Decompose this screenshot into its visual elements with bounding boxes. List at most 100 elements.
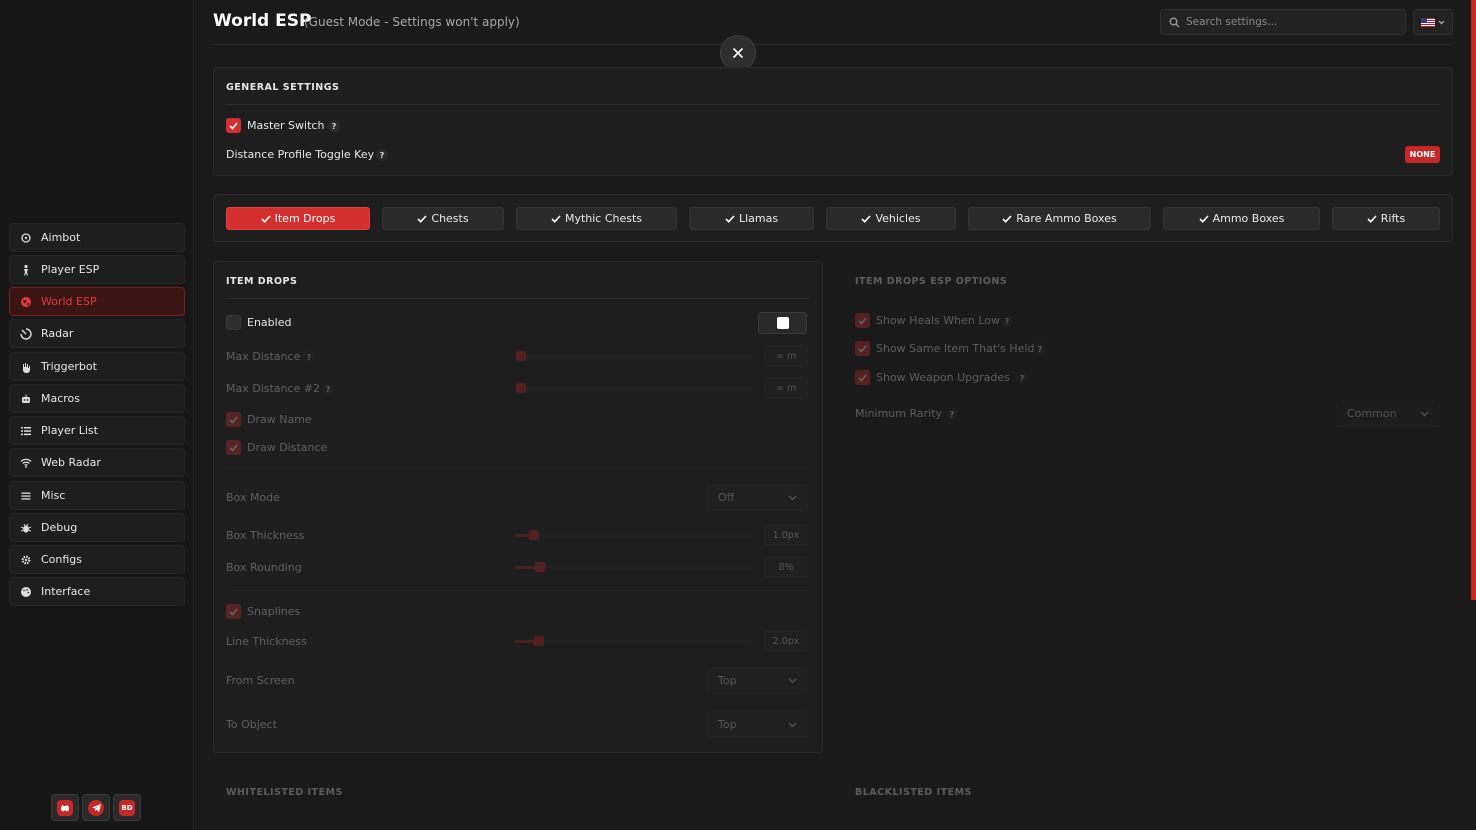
help-icon[interactable]: ? [1034,343,1046,355]
search-placeholder: Search settings... [1186,16,1278,28]
snaplines-checkbox[interactable] [226,604,241,619]
sidebar-item-label: Configs [41,553,83,566]
draw-name-checkbox[interactable] [226,412,241,427]
sidebar-item-label: Triggerbot [41,360,97,373]
box-rounding-slider[interactable] [515,566,752,569]
radar-icon [20,327,32,340]
sidebar-item-configs[interactable]: Configs [9,545,185,574]
help-icon[interactable]: ? [328,120,340,132]
to-object-dropdown[interactable]: Top [707,711,808,738]
tab-item-drops[interactable]: Item Drops [226,207,370,230]
tab-llamas[interactable]: Llamas [689,207,814,230]
chevron-down-icon [788,722,797,727]
help-icon[interactable]: ? [376,149,388,161]
toggle-key-button[interactable]: NONE [1405,146,1440,163]
language-selector[interactable] [1413,9,1453,35]
slider-handle[interactable] [535,562,545,572]
box-thickness-slider[interactable] [515,534,752,537]
heals-checkbox[interactable] [855,313,870,328]
tab-label: Rare Ammo Boxes [1016,212,1117,225]
help-icon[interactable]: ? [946,408,958,420]
sidebar-item-label: Player List [41,424,98,437]
heals-label: Show Heals When Low [876,314,1000,327]
checkmark-icon [1367,214,1377,223]
help-icon[interactable]: ? [303,351,315,363]
help-icon[interactable]: ? [322,383,334,395]
max-distance2-slider[interactable] [515,387,752,390]
divider [226,590,810,591]
slider-handle[interactable] [516,383,526,393]
scrollbar[interactable] [1471,0,1476,600]
color-swatch [776,317,789,329]
divider [226,104,1440,105]
tab-rifts[interactable]: Rifts [1332,207,1440,230]
sidebar-item-debug[interactable]: Debug [9,513,185,542]
line-thickness-label: Line Thickness [226,635,307,648]
tab-rare-ammo-boxes[interactable]: Rare Ammo Boxes [968,207,1151,230]
help-icon[interactable]: ? [1016,372,1028,384]
palette-icon [21,586,31,597]
max-distance2-value[interactable]: ∞ m [764,377,808,399]
color-picker-button[interactable] [758,312,807,334]
checkmark-icon [261,214,271,223]
sidebar-item-label: Macros [41,392,81,405]
tab-label: Mythic Chests [564,212,643,225]
search-icon [1169,17,1180,27]
slider-handle[interactable] [534,636,544,646]
tab-vehicles[interactable]: Vehicles [826,207,956,230]
tab-ammo-boxes[interactable]: Ammo Boxes [1163,207,1320,230]
esp-options-title: ITEM DROPS ESP OPTIONS [855,276,1008,287]
box-thickness-value[interactable]: 1.0px [764,524,808,546]
person-icon [24,264,28,275]
draw-distance-label: Draw Distance [247,441,328,454]
slider-handle[interactable] [529,530,539,540]
sidebar-item-macros[interactable]: Macros [9,384,185,413]
master-switch-checkbox[interactable] [226,118,241,133]
line-thickness-value[interactable]: 2.0px [764,630,808,652]
sidebar-item-interface[interactable]: Interface [9,577,185,606]
bd-button[interactable]: BD [113,794,141,821]
sidebar-item-misc[interactable]: Misc [9,481,185,510]
sidebar-item-aimbot[interactable]: Aimbot [9,223,185,252]
gear-icon [21,555,31,564]
checkmark-icon [858,316,867,325]
max-distance-slider[interactable] [515,355,752,358]
tab-label: Rifts [1380,212,1406,225]
snaplines-label: Snaplines [247,605,301,618]
sidebar-item-world-esp[interactable]: World ESP [9,287,185,316]
telegram-icon [88,799,104,816]
enabled-checkbox[interactable] [226,315,241,330]
checkmark-icon [229,443,238,452]
max-distance-value[interactable]: ∞ m [764,345,808,367]
max-distance-label: Max Distance [226,350,301,363]
discord-button[interactable] [51,794,79,821]
min-rarity-label: Minimum Rarity [855,407,943,420]
same-item-label: Show Same Item That's Held [876,342,1035,355]
sidebar-item-radar[interactable]: Radar [9,319,185,348]
telegram-button[interactable] [82,794,110,821]
master-switch-label: Master Switch [247,119,325,132]
sidebar-item-triggerbot[interactable]: Triggerbot [9,352,185,381]
slider-handle[interactable] [516,351,526,361]
from-screen-dropdown[interactable]: Top [707,667,808,694]
discord-icon [57,799,73,816]
from-screen-value: Top [718,674,737,687]
sidebar-item-player-esp[interactable]: Player ESP [9,255,185,284]
same-item-checkbox[interactable] [855,341,870,356]
draw-distance-checkbox[interactable] [226,440,241,455]
box-rounding-value[interactable]: 8% [764,556,808,578]
tab-mythic-chests[interactable]: Mythic Chests [516,207,677,230]
tab-chests[interactable]: Chests [382,207,504,230]
weapon-upgrades-checkbox[interactable] [855,370,870,385]
line-thickness-slider[interactable] [515,640,752,643]
sidebar-item-label: Player ESP [41,263,100,276]
sidebar-item-web-radar[interactable]: Web Radar [9,448,185,477]
search-input[interactable]: Search settings... [1160,9,1406,35]
min-rarity-dropdown[interactable]: Common [1336,400,1440,427]
box-mode-dropdown[interactable]: Off [707,484,808,511]
sidebar-item-player-list[interactable]: Player List [9,416,185,445]
close-button[interactable] [720,35,756,71]
sidebar-item-label: Misc [41,489,66,502]
help-icon[interactable]: ? [1001,315,1013,327]
us-flag-icon [1421,17,1435,27]
